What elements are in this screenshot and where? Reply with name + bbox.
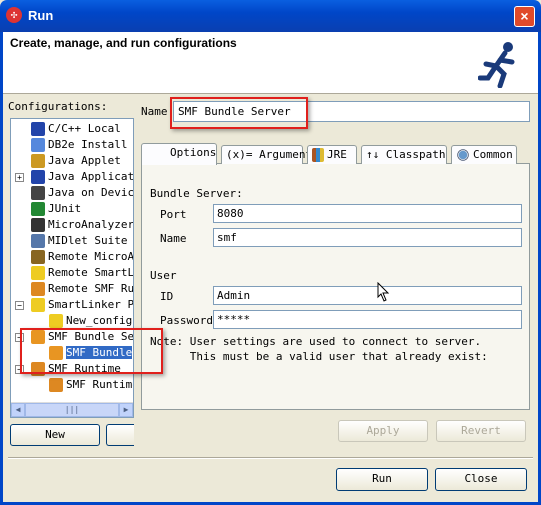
window-title: Run <box>28 8 54 23</box>
server-name-input[interactable]: smf <box>213 228 522 247</box>
applet-icon <box>31 154 45 168</box>
remote-smartlinker-icon <box>31 266 45 280</box>
bundle-server-heading: Bundle Server: <box>150 187 243 200</box>
tree-item[interactable]: SMF Runtime <box>49 377 134 393</box>
java-app-icon <box>31 170 45 184</box>
tree-item[interactable]: − SmartLinker Pr <box>15 297 134 313</box>
jre-books-icon <box>312 148 324 162</box>
tab-arguments-label: (x)= Arguments <box>226 148 319 161</box>
tree-item-label: DB2e Install C <box>48 138 134 151</box>
tree-item[interactable]: Remote SmartLi <box>31 265 134 281</box>
expand-toggle[interactable]: − <box>15 301 24 310</box>
revert-button[interactable]: Revert <box>436 420 526 442</box>
tree-item[interactable]: Remote MicroAr <box>31 249 134 265</box>
remote-micro-icon <box>31 250 45 264</box>
tree-item[interactable]: C/C++ Local <box>31 121 121 137</box>
port-input[interactable]: 8080 <box>213 204 522 223</box>
tree-item-label: JUnit <box>48 202 82 215</box>
tree-item-label: SmartLinker Pr <box>48 298 134 311</box>
db2e-icon <box>31 138 45 152</box>
name-highlight-box <box>170 97 308 129</box>
port-label: Port <box>160 208 187 221</box>
tab-common-label: Common <box>473 148 513 161</box>
tree-item[interactable]: New_configu <box>49 313 134 329</box>
tab-common[interactable]: Common <box>451 145 517 164</box>
tree-horizontal-scrollbar[interactable]: ◀ ||| ▶ <box>11 402 133 417</box>
tab-jre-label: JRE <box>327 148 347 161</box>
tree-item-label: C/C++ Local <box>48 122 121 135</box>
device-icon <box>31 186 45 200</box>
delete-button[interactable] <box>106 424 134 446</box>
tree-item[interactable]: MIDlet Suite <box>31 233 127 249</box>
tab-options-label: Options <box>170 146 217 159</box>
smf-runtime-icon <box>49 378 63 392</box>
remote-smf-icon <box>31 282 45 296</box>
password-label: Password <box>160 314 213 327</box>
title-bar <box>0 0 541 32</box>
mouse-cursor-icon <box>377 282 390 302</box>
tree-item-label: Remote SmartLi <box>48 266 134 279</box>
tree-item-label: SMF Runtime <box>66 378 134 391</box>
tree-item-label: Java Applet <box>48 154 121 167</box>
tree-item-label: Java Applicati <box>48 170 134 183</box>
smartlinker-icon <box>31 298 45 312</box>
tree-item-label: MicroAnalyzer <box>48 218 134 231</box>
options-panel: Bundle Server: Port 8080 Name smf User I… <box>141 163 530 410</box>
tree-item-label: Java on Device <box>48 186 134 199</box>
microanalyzer-icon <box>31 218 45 232</box>
tree-item[interactable]: MicroAnalyzer <box>31 217 134 233</box>
header-text: Create, manage, and run configurations <box>10 36 237 50</box>
expand-toggle[interactable]: + <box>15 173 24 182</box>
scroll-thumb[interactable]: ||| <box>25 403 119 417</box>
smartlinker-icon <box>49 314 63 328</box>
tree-item-label: MIDlet Suite <box>48 234 128 247</box>
id-label: ID <box>160 290 174 303</box>
tree-item-label: New_configu <box>66 314 134 327</box>
run-button[interactable]: Run <box>336 468 428 491</box>
server-name-label: Name <box>160 232 187 245</box>
tree-item[interactable]: + Java Applicati <box>15 169 134 185</box>
tab-classpath[interactable]: ↑↓ Classpath <box>361 145 447 164</box>
tree-item[interactable]: JUnit <box>31 201 81 217</box>
password-input[interactable]: ***** <box>213 310 522 329</box>
separator <box>8 457 533 459</box>
tab-jre[interactable]: JRE <box>307 145 357 164</box>
scroll-left-button[interactable]: ◀ <box>11 403 25 417</box>
apply-button[interactable]: Apply <box>338 420 428 442</box>
common-gear-icon <box>456 148 470 162</box>
midlet-icon <box>31 234 45 248</box>
scroll-grip: ||| <box>64 405 80 414</box>
run-icon: ✣ <box>6 7 22 23</box>
tree-item-label: Remote SMF Rur <box>48 282 134 295</box>
tree-item[interactable]: Java on Device <box>31 185 134 201</box>
cpp-icon <box>31 122 45 136</box>
tab-arguments[interactable]: (x)= Arguments <box>221 145 319 164</box>
scroll-right-button[interactable]: ▶ <box>119 403 133 417</box>
tree-item[interactable]: Remote SMF Rur <box>31 281 134 297</box>
runner-icon <box>478 42 515 88</box>
tree-highlight-box <box>20 328 163 374</box>
junit-icon <box>31 202 45 216</box>
tree-item[interactable]: Java Applet <box>31 153 121 169</box>
configurations-label: Configurations: <box>8 100 108 113</box>
tab-classpath-label: ↑↓ Classpath <box>366 148 446 161</box>
tab-options[interactable]: Options <box>141 143 217 165</box>
close-window-button[interactable]: × <box>514 6 535 27</box>
new-button[interactable]: New <box>10 424 100 446</box>
id-input[interactable]: Admin <box>213 286 522 305</box>
note-line-2: This must be a valid user that already e… <box>150 350 488 363</box>
note-line-1: Note: User settings are used to connect … <box>150 335 482 348</box>
close-button[interactable]: Close <box>435 468 527 491</box>
tree-item[interactable]: DB2e Install C <box>31 137 134 153</box>
user-heading: User <box>150 269 177 282</box>
tree-item-label: Remote MicroAr <box>48 250 134 263</box>
